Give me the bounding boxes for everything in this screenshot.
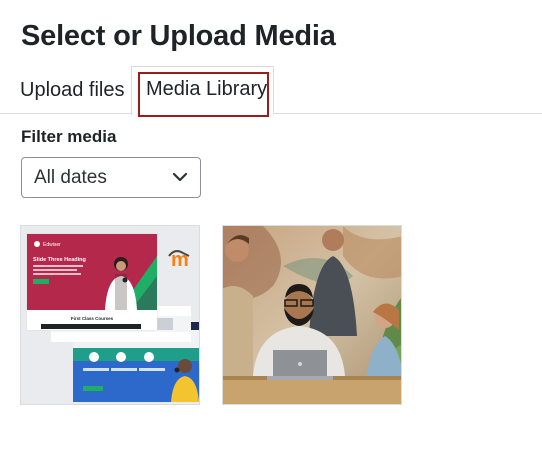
media-tabs: Upload files Media Library [0, 66, 542, 117]
svg-text:m: m [171, 249, 189, 271]
filter-media-label: Filter media [21, 127, 117, 146]
media-thumbnail-website[interactable]: m Edwiser Slide Three Heading First Clas… [20, 225, 200, 405]
media-thumbnail-team-photo[interactable] [222, 225, 402, 405]
tab-media-library[interactable]: Media Library [131, 66, 274, 117]
website-screenshot-image: m Edwiser Slide Three Heading First Clas… [21, 226, 199, 404]
team-photo-image [223, 226, 401, 404]
tab-media-library-label: Media Library [146, 78, 268, 100]
chevron-down-icon [172, 172, 188, 182]
date-filter-value: All dates [34, 167, 107, 188]
moodle-logo-icon: m [168, 249, 190, 271]
hero-heading-text: Slide Three Heading [33, 257, 86, 263]
brand-text: Edwiser [43, 242, 61, 248]
date-filter-select[interactable]: All dates [21, 157, 201, 198]
tab-upload-files[interactable]: Upload files [20, 66, 125, 114]
modal-title: Select or Upload Media [21, 20, 336, 52]
section-heading-text: First Class Courses [71, 316, 114, 321]
